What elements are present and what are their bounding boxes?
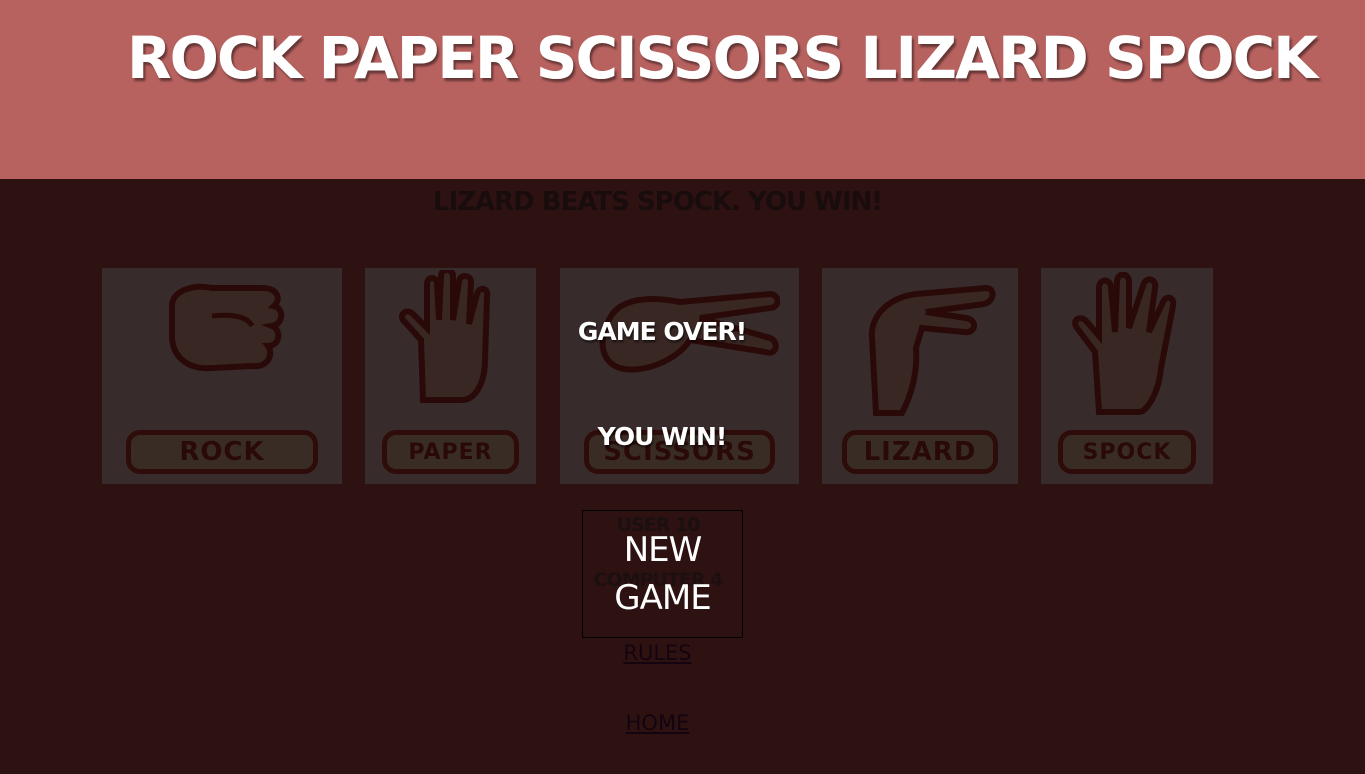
choice-scissors[interactable]: SCISSORS — [560, 268, 799, 484]
choice-rock[interactable]: ROCK — [102, 268, 342, 484]
lizard-hand-icon — [868, 284, 996, 416]
round-result: LIZARD BEATS SPOCK. YOU WIN! — [432, 187, 883, 217]
header-bar: ROCK PAPER SCISSORS LIZARD SPOCK — [0, 0, 1365, 179]
choice-label: LIZARD — [841, 430, 999, 474]
choice-lizard[interactable]: LIZARD — [822, 268, 1018, 484]
choice-label: ROCK — [126, 430, 318, 474]
rules-link[interactable]: RULES — [0, 641, 1315, 665]
you-win-message: YOU WIN! — [597, 422, 728, 451]
choice-paper[interactable]: PAPER — [365, 268, 536, 484]
home-link[interactable]: HOME — [0, 711, 1315, 735]
game-over-title: GAME OVER! — [577, 317, 747, 346]
choice-spock[interactable]: SPOCK — [1041, 268, 1213, 484]
choice-label: SPOCK — [1058, 430, 1196, 474]
rock-hand-icon — [169, 284, 285, 372]
paper-hand-icon — [399, 270, 491, 403]
new-game-button[interactable]: NEW GAME — [582, 510, 743, 638]
page-title: ROCK PAPER SCISSORS LIZARD SPOCK — [127, 24, 1318, 92]
choice-label: PAPER — [382, 430, 519, 474]
spock-hand-icon — [1072, 272, 1177, 415]
